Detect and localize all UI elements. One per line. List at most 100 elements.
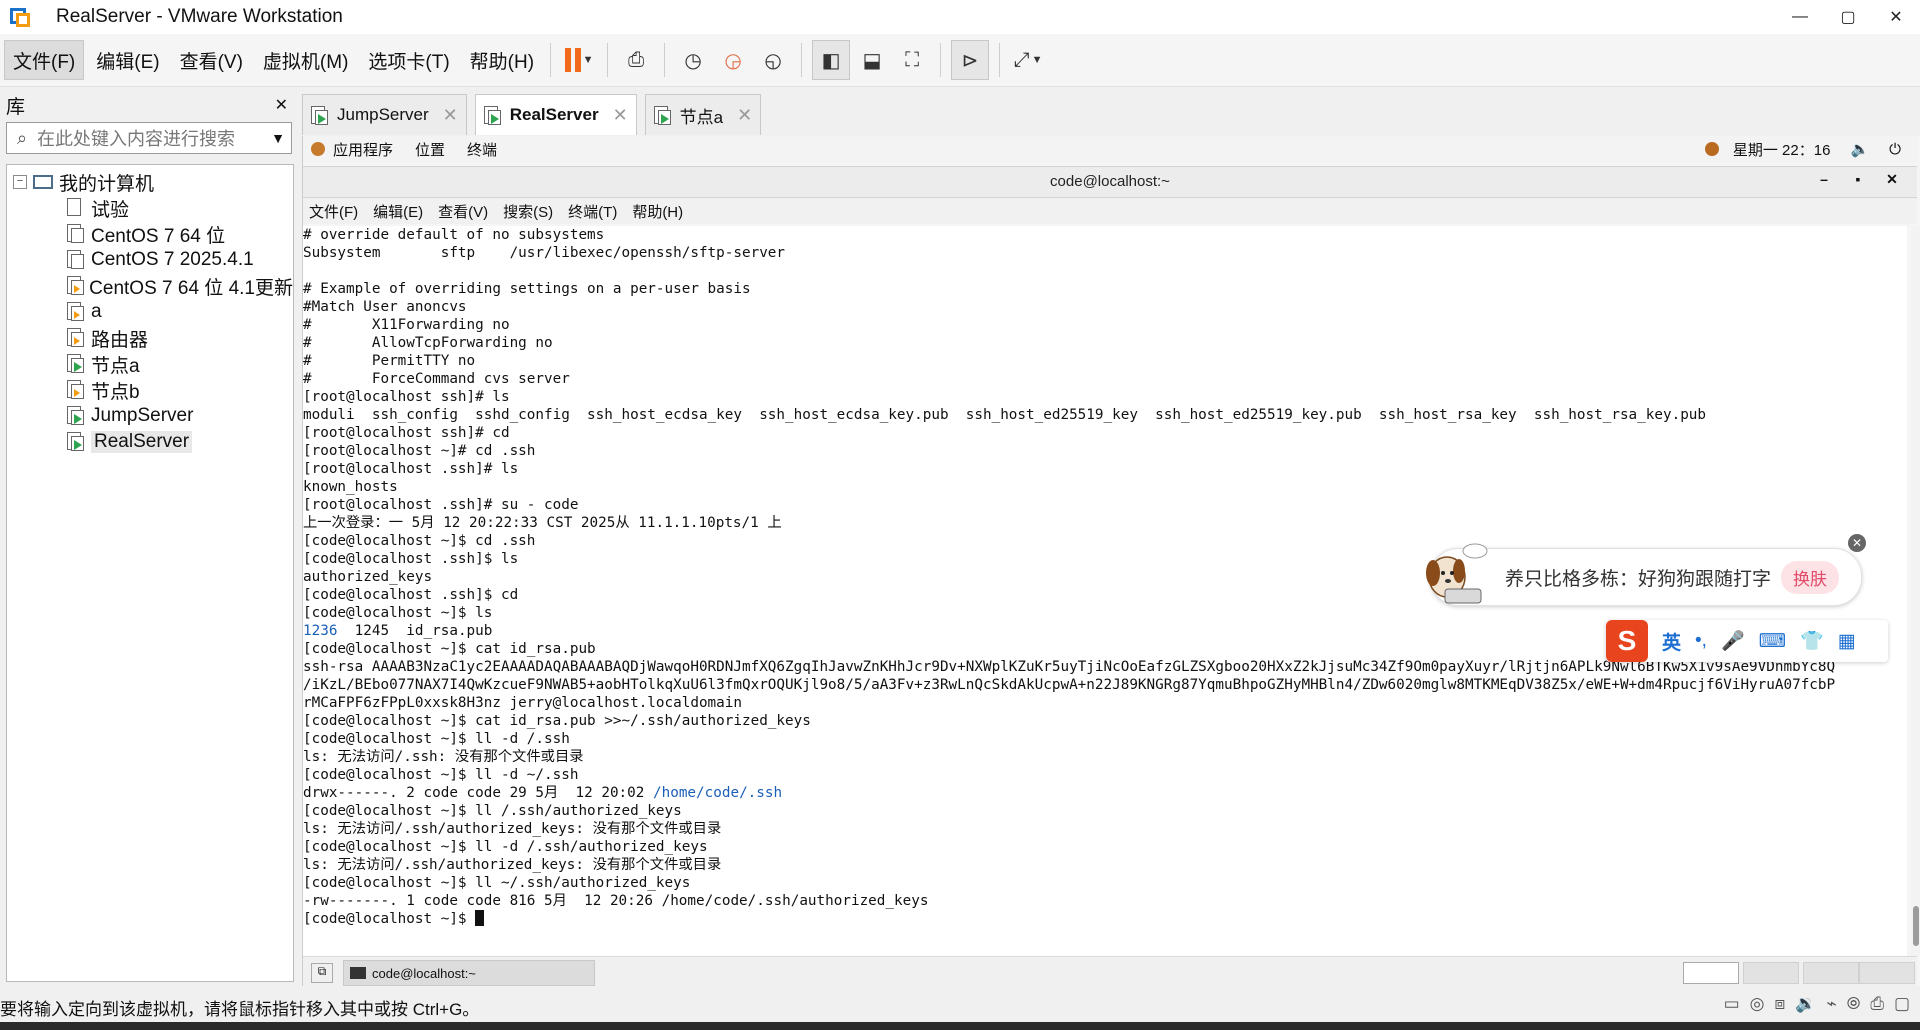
- tree-item-vm[interactable]: CentOS 7 64 位: [7, 221, 293, 247]
- terminal-close-button[interactable]: ✕: [1875, 171, 1909, 188]
- collapse-icon[interactable]: −: [13, 175, 27, 189]
- gnome-menu-places[interactable]: 位置: [415, 139, 445, 160]
- connection-icon[interactable]: ⦾: [1847, 994, 1861, 1014]
- volume-icon[interactable]: 🔈: [1850, 140, 1869, 158]
- menu-vm[interactable]: 虚拟机(M): [255, 41, 356, 79]
- taskbar-terminal-item[interactable]: code@localhost:~: [343, 960, 595, 986]
- user-avatar-icon[interactable]: [1704, 142, 1719, 156]
- skin-shirt-icon[interactable]: 👕: [1800, 629, 1824, 653]
- vm-running-icon: [311, 106, 329, 125]
- minimize-button[interactable]: —: [1776, 0, 1824, 34]
- tree-item-vm-selected[interactable]: RealServer: [7, 429, 293, 455]
- punctuation-icon[interactable]: •,: [1695, 630, 1707, 652]
- tree-item-vm[interactable]: a: [7, 299, 293, 325]
- tree-item-vm[interactable]: CentOS 7 2025.4.1: [7, 247, 293, 273]
- snapshot-manager-button[interactable]: ◵: [755, 41, 791, 79]
- toolbar-separator: [550, 43, 552, 77]
- terminal-titlebar: code@localhost:~ – ▪ ✕: [303, 166, 1917, 198]
- gnome-clock[interactable]: 星期一 22：16: [1733, 139, 1831, 160]
- scrollbar-thumb[interactable]: [1913, 906, 1919, 946]
- workspace-4[interactable]: [1859, 962, 1915, 984]
- fullscreen-button[interactable]: ⛶: [894, 41, 930, 79]
- terminal-menu-view[interactable]: 查看(V): [438, 201, 488, 222]
- ime-skin-button[interactable]: 换肤: [1781, 560, 1840, 594]
- vm-running-icon: [67, 406, 85, 426]
- terminal-line: # ForceCommand cvs server: [303, 371, 570, 387]
- tab-close-icon[interactable]: ✕: [613, 105, 628, 126]
- terminal-menu-help[interactable]: 帮助(H): [632, 201, 683, 222]
- terminal-line: ls: 无法访问/.ssh: 没有那个文件或目录: [303, 749, 584, 765]
- library-search-input[interactable]: ⌕ 在此处键入内容进行搜索 ▼: [6, 122, 292, 154]
- close-button[interactable]: ✕: [1872, 0, 1920, 34]
- gnome-menu-applications[interactable]: 应用程序: [333, 139, 393, 160]
- tab-node-a[interactable]: 节点a ✕: [644, 94, 762, 135]
- terminal-line: rMCaFPF6zFPpL0xxsk8H3nz jerry@localhost.…: [303, 695, 742, 711]
- tab-jumpserver[interactable]: JumpServer ✕: [302, 94, 467, 135]
- printer-icon[interactable]: ⎙: [1870, 994, 1884, 1014]
- search-placeholder: 在此处键入内容进行搜索: [37, 129, 235, 149]
- terminal-menu-search[interactable]: 搜索(S): [503, 201, 553, 222]
- toolbar-separator: [940, 43, 942, 77]
- vm-suspended-icon: [67, 380, 85, 400]
- toolbox-grid-icon[interactable]: ▦: [1838, 630, 1856, 653]
- tree-item-my-computer[interactable]: − 我的计算机: [7, 169, 293, 195]
- terminal-line: [root@localhost .ssh]# su - code: [303, 497, 579, 513]
- terminal-scrollbar[interactable]: [1911, 226, 1920, 956]
- send-ctrl-alt-del-button[interactable]: ⎙: [618, 41, 654, 79]
- menu-view[interactable]: 查看(V): [172, 41, 251, 79]
- vm-icon: [67, 250, 85, 270]
- show-library-button[interactable]: ◧: [812, 40, 851, 80]
- pause-button[interactable]: ▼: [561, 41, 597, 79]
- workspace-1[interactable]: [1683, 962, 1739, 984]
- menu-edit[interactable]: 编辑(E): [88, 41, 167, 79]
- terminal-minimize-button[interactable]: –: [1807, 171, 1841, 188]
- show-thumbnail-bar-button[interactable]: ⬓: [854, 41, 890, 79]
- menu-help[interactable]: 帮助(H): [462, 41, 542, 79]
- network-icon[interactable]: ⧈: [1774, 994, 1785, 1014]
- snapshot-button[interactable]: ◷: [675, 41, 711, 79]
- microphone-icon[interactable]: 🎤: [1721, 629, 1745, 653]
- tree-item-vm[interactable]: 试验: [7, 195, 293, 221]
- cd-rom-icon[interactable]: ◎: [1750, 994, 1765, 1014]
- ime-mode-toggle[interactable]: 英: [1662, 628, 1681, 655]
- chevron-down-icon[interactable]: ▼: [265, 130, 291, 146]
- stretch-button[interactable]: ⤢ ▼: [1010, 41, 1046, 79]
- tree-item-vm[interactable]: 节点a: [7, 351, 293, 377]
- terminal-maximize-button[interactable]: ▪: [1841, 171, 1875, 188]
- revert-snapshot-button[interactable]: ◶: [715, 41, 751, 79]
- usb-icon[interactable]: ⌁: [1826, 994, 1836, 1014]
- sogou-logo-icon[interactable]: S: [1606, 620, 1648, 662]
- tree-item-vm[interactable]: JumpServer: [7, 403, 293, 429]
- hard-disk-icon[interactable]: ▭: [1724, 994, 1740, 1014]
- terminal-menu-edit[interactable]: 编辑(E): [373, 201, 423, 222]
- tree-item-vm[interactable]: 节点b: [7, 377, 293, 403]
- terminal-line: 上一次登录：一 5月 12 20:22:33 CST 2025从 11.1.1.…: [303, 515, 782, 531]
- power-icon[interactable]: ⏻: [1889, 141, 1901, 158]
- show-desktop-icon[interactable]: ⧉: [311, 963, 333, 983]
- library-close-button[interactable]: ✕: [275, 95, 288, 115]
- tab-close-icon[interactable]: ✕: [443, 105, 458, 126]
- ime-promo-popup[interactable]: 养只比格多栋：好狗狗跟随打字 换肤: [1426, 543, 1862, 606]
- workspace-2[interactable]: [1743, 962, 1799, 984]
- tree-item-label: 我的计算机: [59, 173, 155, 195]
- tree-item-vm[interactable]: CentOS 7 64 位 4.1更新: [7, 273, 293, 299]
- menu-tabs[interactable]: 选项卡(T): [360, 41, 457, 79]
- keyboard-icon[interactable]: ⌨: [1759, 630, 1786, 653]
- message-log-icon[interactable]: ▢: [1894, 994, 1910, 1014]
- tab-realserver[interactable]: RealServer ✕: [474, 94, 637, 135]
- terminal-menu-file[interactable]: 文件(F): [309, 201, 358, 222]
- gnome-menu-terminal[interactable]: 终端: [467, 139, 497, 160]
- tree-item-vm[interactable]: 路由器: [7, 325, 293, 351]
- ime-toolbar: S 英 •, 🎤 ⌨ 👕 ▦: [1606, 620, 1888, 662]
- console-view-button[interactable]: ⊳: [951, 40, 990, 80]
- maximize-button[interactable]: ▢: [1824, 0, 1872, 34]
- terminal-menu-terminal[interactable]: 终端(T): [568, 201, 617, 222]
- tree-item-label: 节点a: [91, 355, 140, 377]
- workspace-3[interactable]: [1803, 962, 1859, 984]
- toolbar-separator: [801, 43, 803, 77]
- sound-card-icon[interactable]: 🔉: [1795, 994, 1816, 1014]
- gnome-top-bar: 应用程序 位置 终端 星期一 22：16 🔈 ⏻: [303, 136, 1917, 162]
- ime-popup-close-icon[interactable]: ✕: [1848, 534, 1866, 552]
- tab-close-icon[interactable]: ✕: [737, 105, 752, 126]
- menu-file[interactable]: 文件(F): [4, 40, 85, 80]
